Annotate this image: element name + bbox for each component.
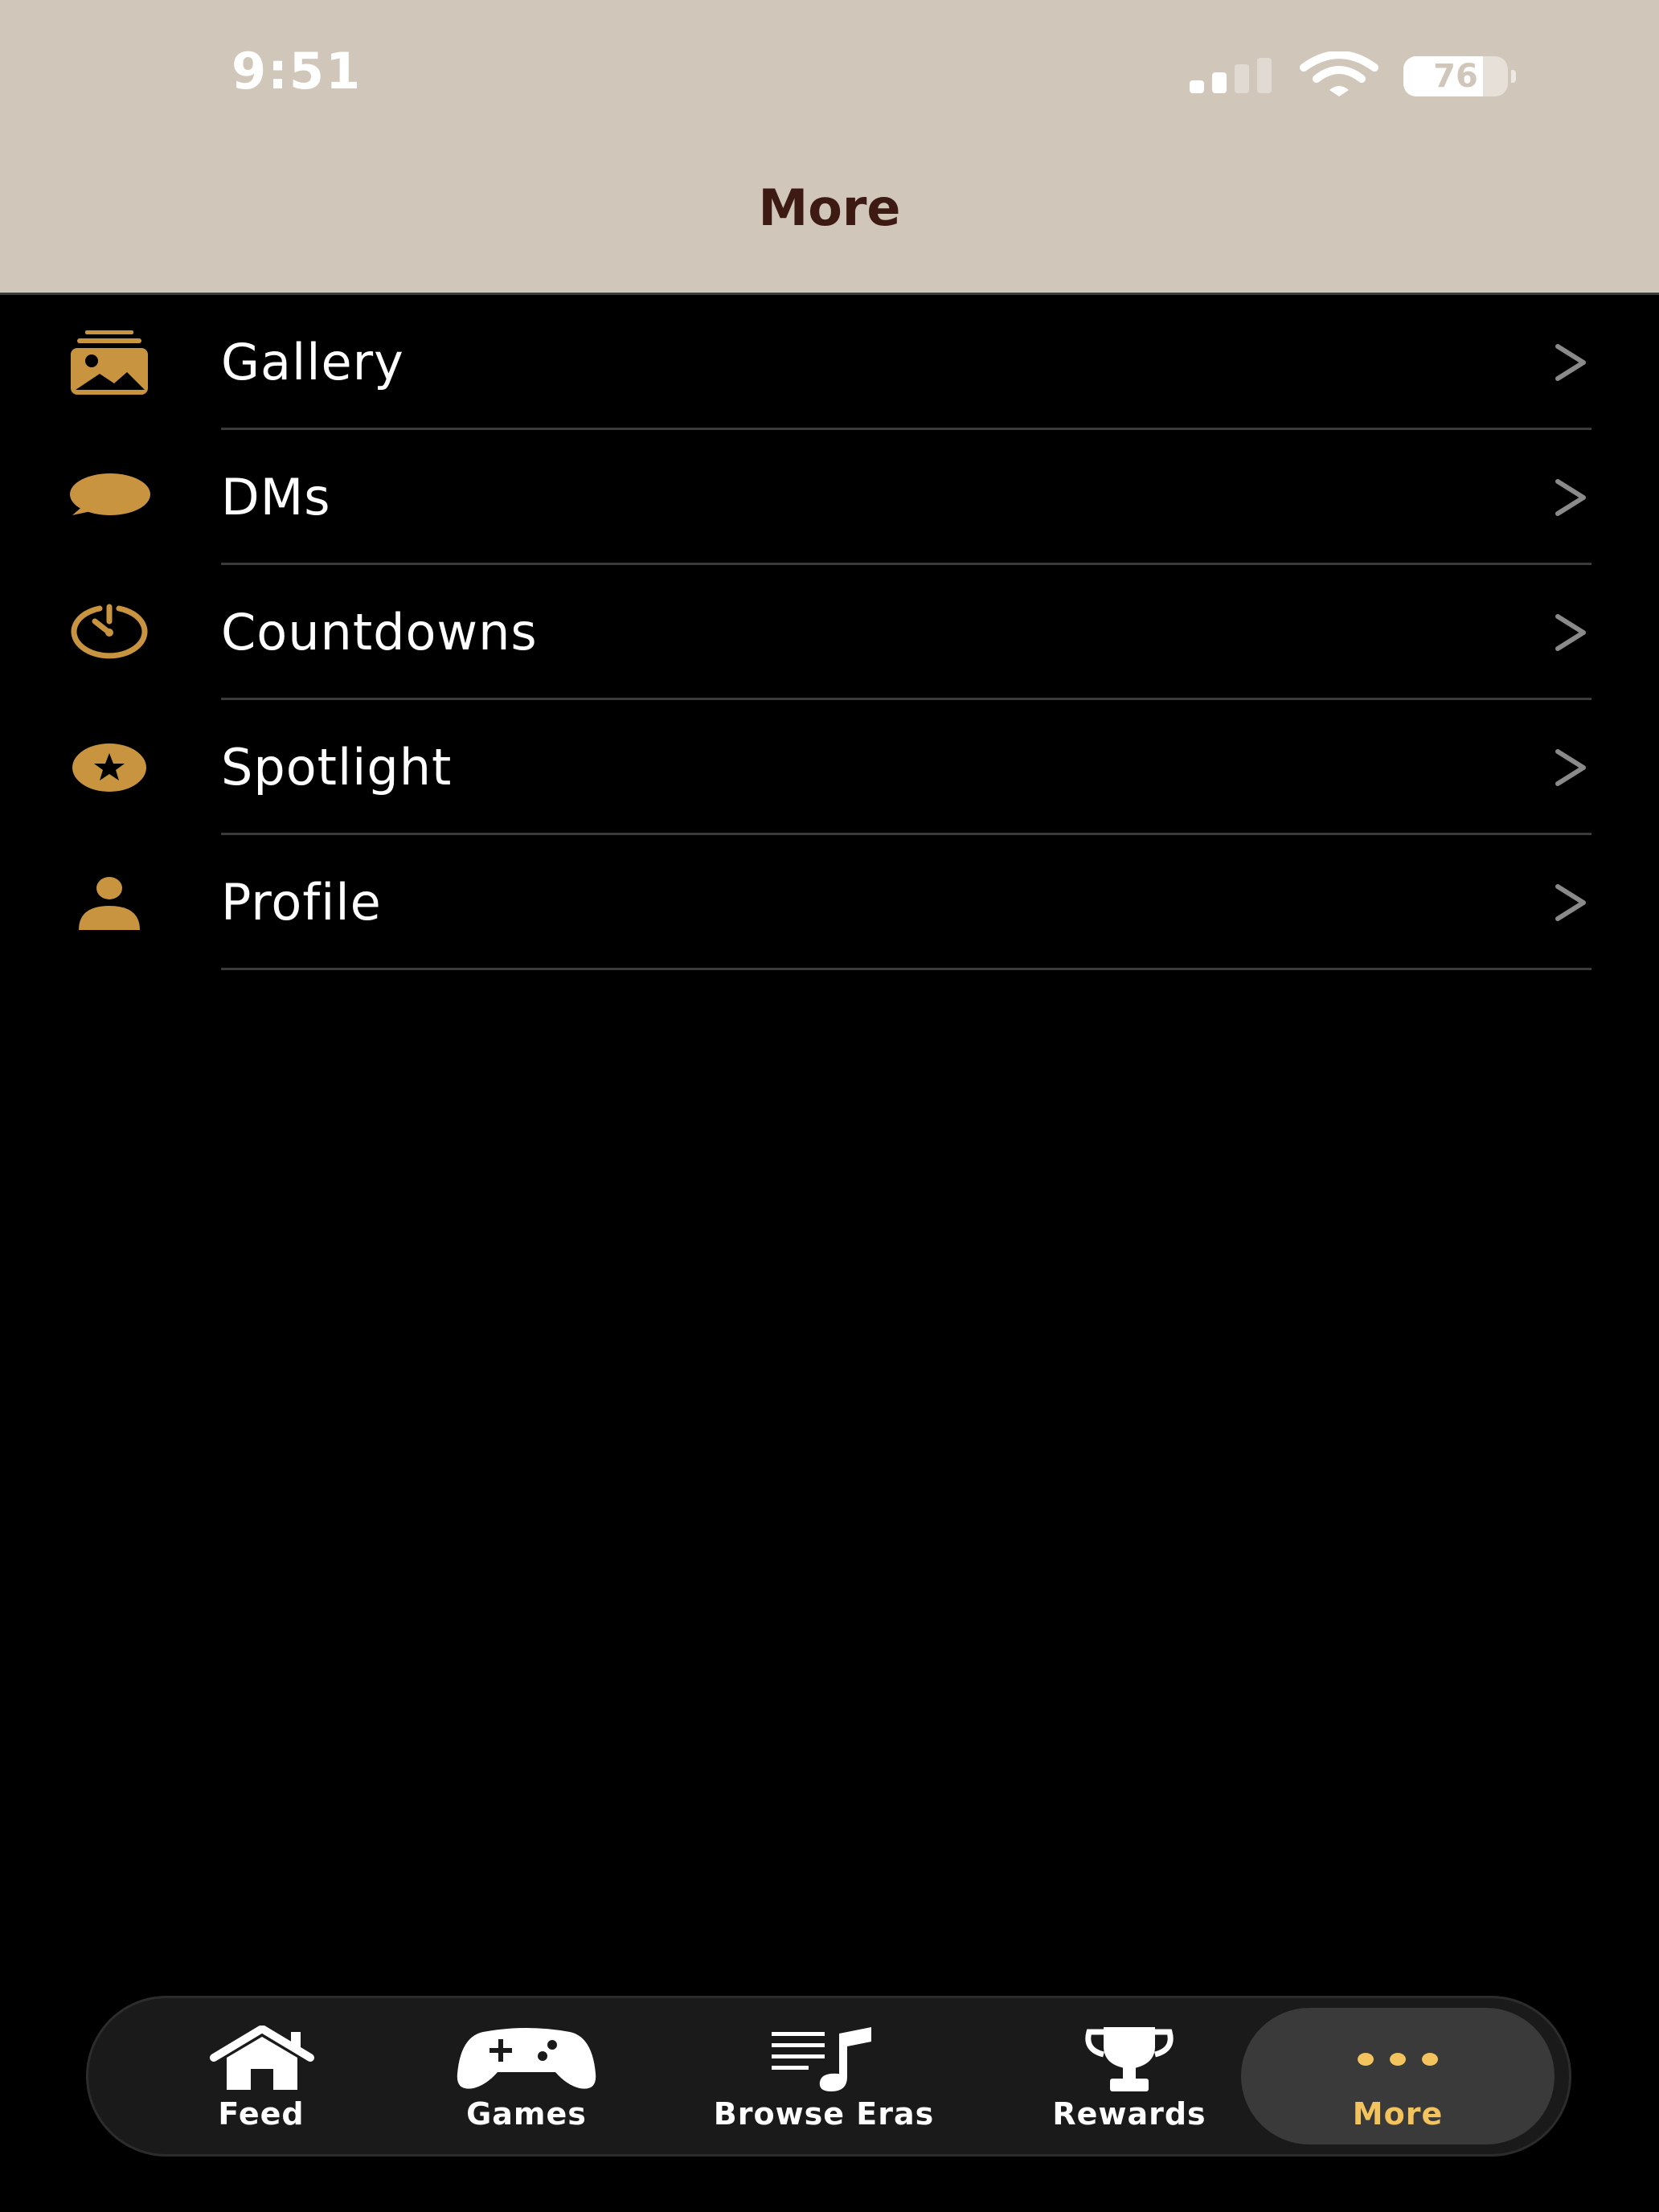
chevron-right-icon: [1555, 344, 1586, 381]
page-title: More: [758, 178, 901, 237]
menu-item-label: Countdowns: [221, 603, 538, 662]
battery-icon: 76: [1403, 56, 1516, 96]
tab-label: Rewards: [1052, 2096, 1206, 2132]
menu-item-label: Gallery: [221, 333, 404, 391]
tab-browse-eras[interactable]: Browse Eras: [691, 1998, 956, 2154]
menu-item-label: Profile: [221, 873, 382, 932]
tab-bar: Feed Games Browse Eras Rewards More: [88, 1998, 1569, 2154]
menu-list: Gallery DMs Countdowns Spotlight Profile: [0, 295, 1659, 970]
music-list-icon: [772, 2027, 871, 2091]
chevron-right-icon: [1555, 749, 1586, 786]
battery-level: 76: [1433, 58, 1478, 95]
tab-feed[interactable]: Feed: [177, 1998, 346, 2154]
chevron-right-icon: [1555, 479, 1586, 516]
tab-label: Browse Eras: [713, 2096, 935, 2132]
ellipsis-icon: [1358, 2053, 1438, 2066]
trophy-icon: [1085, 2027, 1174, 2091]
gallery-icon: [71, 330, 148, 395]
tab-label: More: [1352, 2096, 1444, 2132]
menu-item-dms[interactable]: DMs: [0, 430, 1659, 565]
menu-item-gallery[interactable]: Gallery: [0, 295, 1659, 430]
star-circle-icon: [72, 743, 146, 792]
timer-icon: [71, 604, 148, 659]
header: 9:51 76 More: [0, 0, 1659, 293]
chevron-right-icon: [1555, 614, 1586, 651]
menu-item-countdowns[interactable]: Countdowns: [0, 565, 1659, 700]
tab-games[interactable]: Games: [434, 1998, 619, 2154]
menu-divider: [221, 968, 1591, 970]
tab-label: Games: [466, 2096, 587, 2132]
chat-bubble-icon: [70, 473, 150, 515]
tab-label: Feed: [218, 2096, 305, 2132]
chevron-right-icon: [1555, 884, 1586, 921]
gamepad-icon: [457, 2028, 596, 2089]
cellular-signal-icon: [1190, 58, 1272, 93]
wifi-icon: [1300, 51, 1378, 96]
menu-item-spotlight[interactable]: Spotlight: [0, 700, 1659, 835]
person-icon: [79, 877, 140, 930]
menu-item-label: Spotlight: [221, 738, 453, 797]
house-icon: [210, 2026, 314, 2090]
menu-item-label: DMs: [221, 468, 331, 526]
status-time: 9:51: [231, 42, 363, 100]
tab-more[interactable]: More: [1241, 1998, 1555, 2154]
tab-rewards[interactable]: Rewards: [1037, 1998, 1222, 2154]
menu-item-profile[interactable]: Profile: [0, 835, 1659, 970]
